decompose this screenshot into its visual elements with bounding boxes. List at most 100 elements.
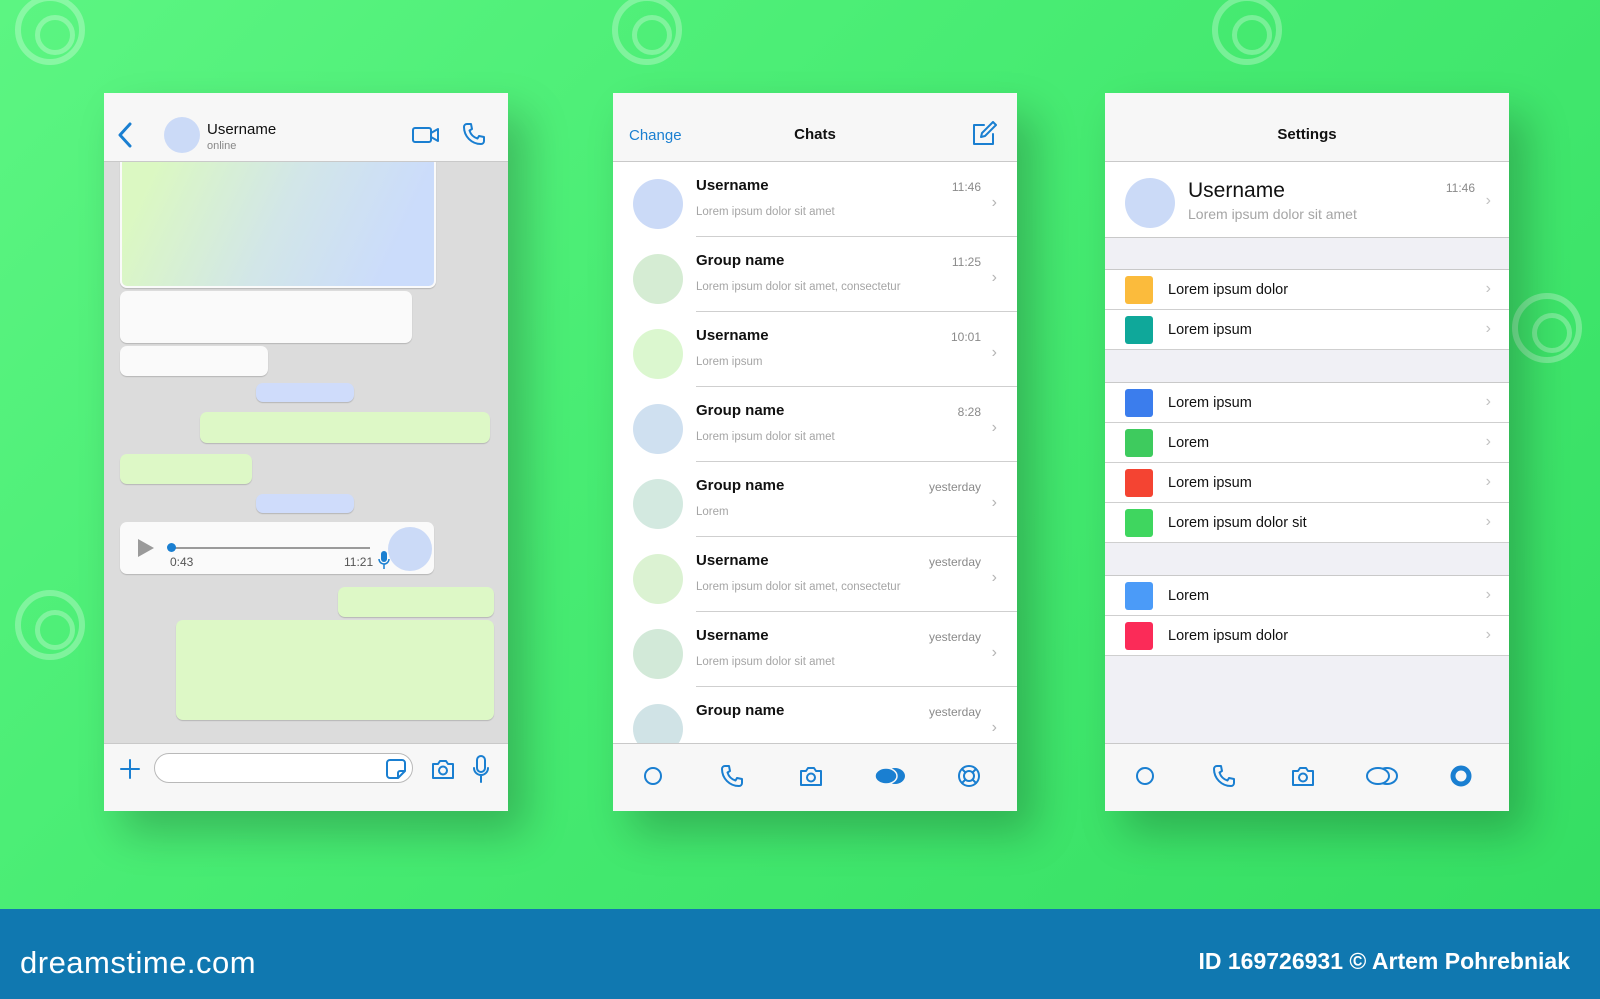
tab-bar bbox=[613, 743, 1017, 811]
chat-name: Username bbox=[696, 627, 769, 644]
settings-item[interactable]: Lorem ipsum › bbox=[1105, 310, 1509, 350]
image-message[interactable] bbox=[120, 162, 436, 288]
settings-lifebuoy-icon[interactable] bbox=[952, 761, 986, 791]
settings-group: Lorem ipsum › Lorem › Lorem ipsum › Lorem ipsu… bbox=[1105, 382, 1509, 543]
chat-time: 8:28 bbox=[957, 405, 981, 419]
message-composer bbox=[104, 743, 508, 811]
settings-item[interactable]: Lorem ipsum dolor sit › bbox=[1105, 503, 1509, 543]
chat-list-item[interactable]: Username Lorem ipsum dolor sit amet 11:46 › bbox=[613, 162, 1017, 237]
chat-time: yesterday bbox=[928, 630, 981, 644]
chat-list-item[interactable]: Group name Lorem ipsum dolor sit amet 8:28… bbox=[613, 387, 1017, 462]
chat-list-item[interactable]: Group name yesterday › bbox=[613, 687, 1017, 743]
message-bubble-outgoing[interactable] bbox=[176, 620, 494, 720]
message-bubble-outgoing[interactable] bbox=[200, 412, 490, 443]
contact-avatar[interactable] bbox=[164, 117, 200, 153]
chevron-right-icon: › bbox=[1485, 586, 1491, 603]
watermark-logo bbox=[612, 0, 682, 65]
watermark-logo bbox=[1212, 0, 1282, 65]
chat-list-item[interactable]: Username Lorem ipsum dolor sit amet, cons… bbox=[613, 537, 1017, 612]
chevron-right-icon: › bbox=[991, 194, 997, 211]
chat-name: Username bbox=[696, 327, 769, 344]
chat-list[interactable]: Username Lorem ipsum dolor sit amet 11:46 ›… bbox=[613, 162, 1017, 743]
message-bubble-outgoing[interactable] bbox=[338, 587, 494, 617]
settings-lifebuoy-icon[interactable] bbox=[1444, 761, 1478, 791]
watermark-logo bbox=[1512, 293, 1582, 363]
chats-header: Chats Change bbox=[613, 93, 1017, 162]
watermark-logo bbox=[15, 590, 85, 660]
chat-avatar bbox=[633, 704, 683, 743]
phone-icon[interactable] bbox=[715, 761, 749, 791]
sticker-icon[interactable] bbox=[386, 759, 406, 779]
status-circle-icon[interactable] bbox=[1128, 761, 1162, 791]
settings-item[interactable]: Lorem ipsum › bbox=[1105, 463, 1509, 503]
phone-icon[interactable] bbox=[1207, 761, 1241, 791]
chats-list-screen: Chats Change Username Lorem ipsum dolor s… bbox=[613, 93, 1017, 811]
chats-bubbles-icon[interactable] bbox=[1365, 761, 1399, 791]
chevron-right-icon: › bbox=[1485, 513, 1491, 530]
profile-row[interactable]: Username Lorem ipsum dolor sit amet 11:4… bbox=[1105, 162, 1509, 238]
brand-logo[interactable]: dreamstime.com bbox=[20, 945, 256, 981]
chevron-right-icon: › bbox=[1485, 433, 1491, 450]
chat-list-item[interactable]: Group name Lorem yesterday › bbox=[613, 462, 1017, 537]
compose-icon[interactable] bbox=[971, 121, 997, 147]
camera-icon[interactable] bbox=[1286, 761, 1320, 791]
chats-bubbles-icon[interactable] bbox=[873, 761, 907, 791]
video-call-icon[interactable] bbox=[412, 125, 440, 145]
message-bubble-incoming[interactable] bbox=[120, 291, 412, 343]
settings-header: Settings bbox=[1105, 93, 1509, 162]
settings-item-icon bbox=[1125, 429, 1153, 457]
settings-item-icon bbox=[1125, 622, 1153, 650]
chevron-right-icon: › bbox=[1485, 626, 1491, 643]
message-list[interactable]: 0:43 11:21 bbox=[104, 162, 508, 743]
chat-preview: Lorem ipsum dolor sit amet bbox=[696, 206, 835, 218]
settings-item-icon bbox=[1125, 389, 1153, 417]
microphone-icon[interactable] bbox=[473, 755, 489, 783]
phone-call-icon[interactable] bbox=[462, 122, 486, 146]
settings-item-label: Lorem ipsum dolor sit bbox=[1168, 515, 1307, 531]
settings-item[interactable]: Lorem › bbox=[1105, 576, 1509, 616]
message-bubble-incoming[interactable] bbox=[120, 346, 268, 376]
settings-item[interactable]: Lorem ipsum dolor › bbox=[1105, 616, 1509, 656]
date-badge bbox=[256, 494, 354, 513]
page-title: Settings bbox=[1277, 126, 1337, 143]
settings-group: Lorem › Lorem ipsum dolor › bbox=[1105, 575, 1509, 656]
microphone-icon bbox=[378, 551, 390, 569]
date-badge bbox=[256, 383, 354, 402]
play-icon[interactable] bbox=[138, 539, 154, 557]
settings-item-label: Lorem ipsum bbox=[1168, 322, 1252, 338]
chat-name: Group name bbox=[696, 252, 785, 269]
chevron-right-icon: › bbox=[991, 344, 997, 361]
profile-status: Lorem ipsum dolor sit amet bbox=[1188, 206, 1357, 222]
settings-item-label: Lorem bbox=[1168, 435, 1210, 451]
back-chevron-icon[interactable] bbox=[116, 121, 134, 149]
status-circle-icon[interactable] bbox=[636, 761, 670, 791]
edit-button[interactable]: Change bbox=[629, 127, 682, 144]
contact-name[interactable]: Username bbox=[207, 121, 276, 138]
settings-item[interactable]: Lorem ipsum dolor › bbox=[1105, 270, 1509, 310]
chat-avatar bbox=[633, 629, 683, 679]
attach-plus-icon[interactable] bbox=[119, 758, 141, 780]
message-input[interactable] bbox=[154, 753, 413, 783]
voice-sender-avatar bbox=[388, 527, 432, 571]
voice-progress-knob[interactable] bbox=[167, 543, 176, 552]
settings-item[interactable]: Lorem ipsum › bbox=[1105, 383, 1509, 423]
settings-item-label: Lorem ipsum dolor bbox=[1168, 628, 1289, 644]
chat-preview: Lorem ipsum dolor sit amet, consectetur bbox=[696, 281, 901, 293]
camera-icon[interactable] bbox=[431, 758, 455, 780]
chat-avatar bbox=[633, 479, 683, 529]
image-credit: ID 169726931 © Artem Pohrebniak bbox=[1198, 948, 1571, 974]
chat-time: 10:01 bbox=[950, 330, 981, 344]
chat-list-item[interactable]: Username Lorem ipsum 10:01 › bbox=[613, 312, 1017, 387]
chevron-right-icon: › bbox=[1485, 473, 1491, 490]
camera-icon[interactable] bbox=[794, 761, 828, 791]
chat-list-item[interactable]: Username Lorem ipsum dolor sit amet yester… bbox=[613, 612, 1017, 687]
message-bubble-green[interactable] bbox=[120, 454, 252, 484]
voice-progress-track[interactable] bbox=[170, 547, 370, 549]
voice-message[interactable]: 0:43 11:21 bbox=[120, 522, 434, 574]
chat-preview: Lorem bbox=[696, 506, 729, 518]
settings-item-icon bbox=[1125, 469, 1153, 497]
voice-timestamp: 11:21 bbox=[344, 555, 374, 569]
chat-avatar bbox=[633, 554, 683, 604]
chat-list-item[interactable]: Group name Lorem ipsum dolor sit amet, co… bbox=[613, 237, 1017, 312]
settings-item[interactable]: Lorem › bbox=[1105, 423, 1509, 463]
